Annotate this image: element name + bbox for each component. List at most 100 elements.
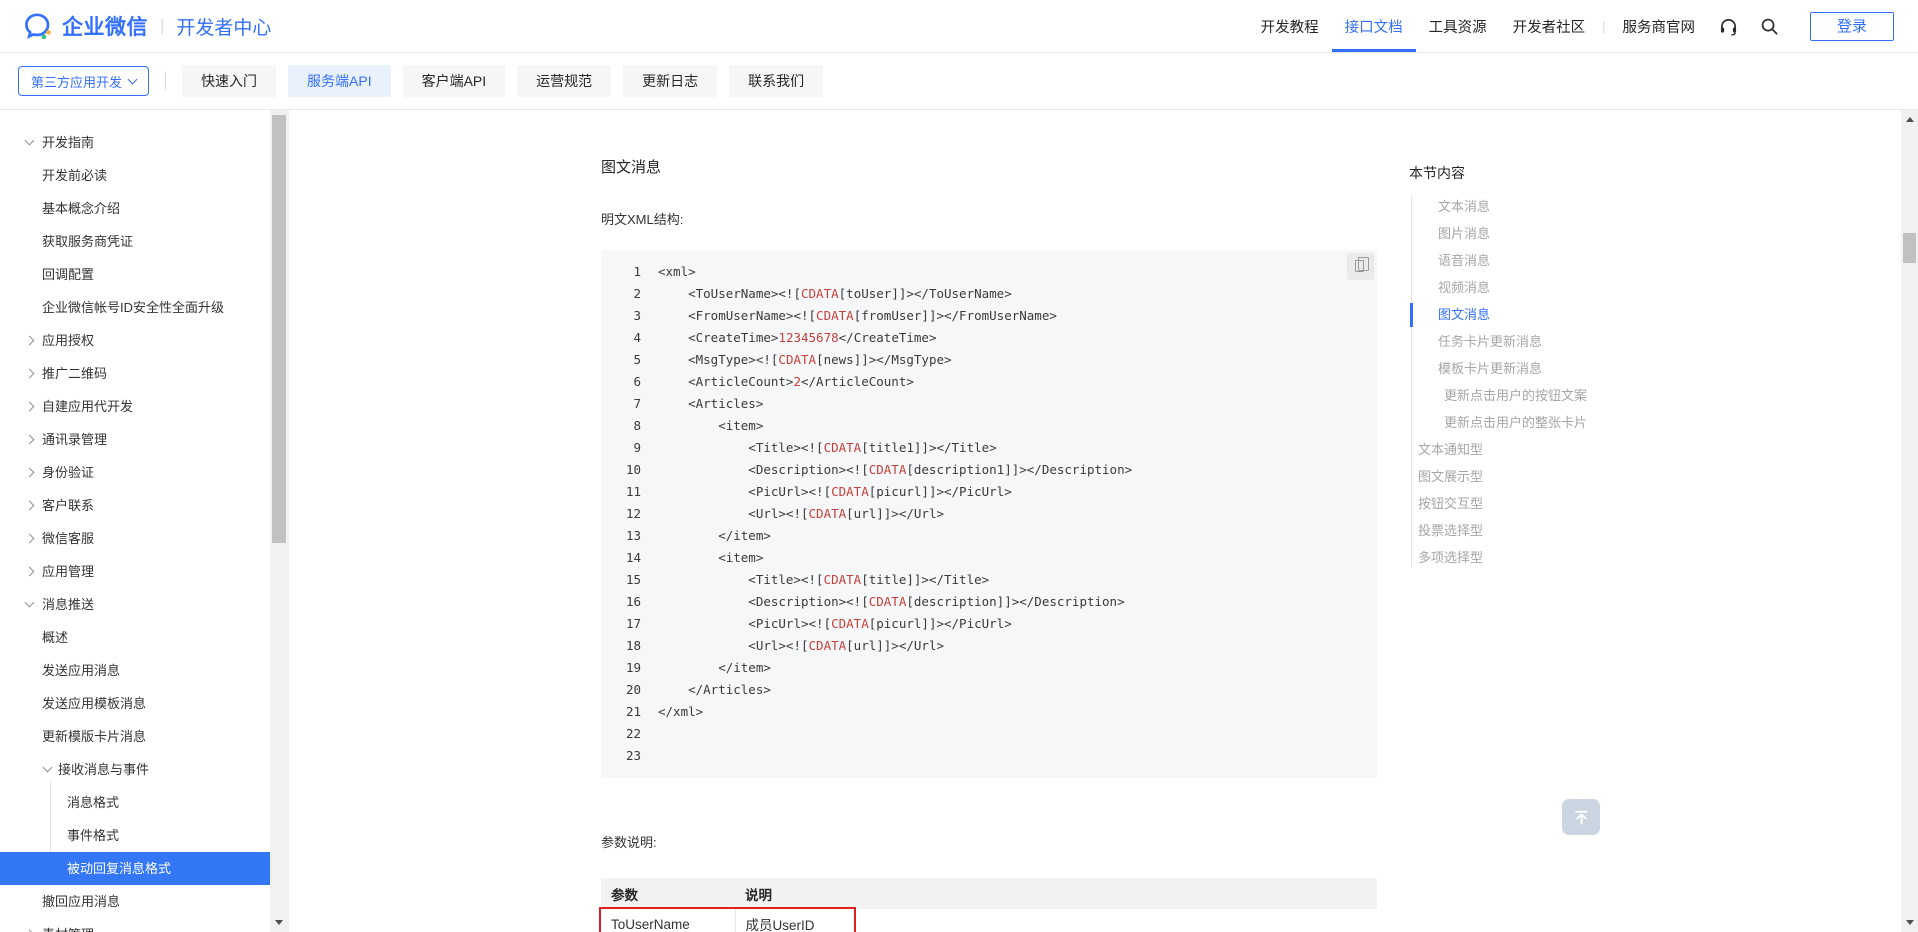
login-button[interactable]: 登录 bbox=[1810, 11, 1894, 41]
sidebar-item[interactable]: 应用管理 bbox=[0, 555, 270, 588]
toc-item[interactable]: 任务卡片更新消息 bbox=[1409, 328, 1679, 355]
header-nav-item[interactable]: 工具资源 bbox=[1416, 0, 1500, 52]
sidebar-item[interactable]: 素材管理 bbox=[0, 918, 270, 932]
code-line-number: 15 bbox=[625, 572, 641, 587]
sidebar-item[interactable]: 推广二维码 bbox=[0, 357, 270, 390]
toc-item[interactable]: 更新点击用户的整张卡片 bbox=[1409, 409, 1679, 436]
code-line: 3 <FromUserName><![CDATA[fromUser]]></Fr… bbox=[601, 305, 1377, 327]
sidebar-item-label: 消息推送 bbox=[42, 597, 95, 612]
sidebar-item[interactable]: 自建应用代开发 bbox=[0, 390, 270, 423]
sidebar-item[interactable]: 企业微信帐号ID安全性全面升级 bbox=[0, 291, 270, 324]
toc-item[interactable]: 更新点击用户的按钮文案 bbox=[1409, 382, 1679, 409]
code-line-number: 4 bbox=[633, 330, 641, 345]
code-line-text: <PicUrl><![CDATA[picurl]]></PicUrl> bbox=[641, 481, 1011, 503]
subnav-tab[interactable]: 服务端API bbox=[288, 65, 391, 97]
sidebar-item[interactable]: 身份验证 bbox=[0, 456, 270, 489]
code-line-text: </item> bbox=[641, 525, 771, 547]
sidebar-item[interactable]: 应用授权 bbox=[0, 324, 270, 357]
sidebar-item[interactable]: 事件格式 bbox=[0, 819, 270, 852]
subnav-tab[interactable]: 快速入门 bbox=[182, 65, 277, 97]
sidebar-item[interactable]: 接收消息与事件 bbox=[0, 753, 270, 786]
scroll-down-arrow-icon[interactable] bbox=[1905, 920, 1914, 925]
chevron-right-icon bbox=[24, 500, 35, 511]
logo-subtitle: 开发者中心 bbox=[176, 17, 272, 39]
code-line-text: <item> bbox=[641, 547, 763, 569]
toc-item[interactable]: 视频消息 bbox=[1409, 274, 1679, 301]
code-token: </item> bbox=[658, 528, 771, 543]
subnav-tab[interactable]: 客户端API bbox=[402, 65, 506, 97]
sidebar-item[interactable]: 更新模版卡片消息 bbox=[0, 720, 270, 753]
sidebar-item-label: 素材管理 bbox=[42, 927, 94, 932]
toc-item[interactable]: 模板卡片更新消息 bbox=[1409, 355, 1679, 382]
code-line-number: 23 bbox=[625, 748, 641, 763]
scroll-up-arrow-icon[interactable] bbox=[1905, 117, 1914, 122]
page-scrollbar-thumb[interactable] bbox=[1903, 233, 1916, 263]
code-line-text: <FromUserName><![CDATA[fromUser]]></From… bbox=[641, 305, 1057, 327]
sidebar-item[interactable]: 发送应用消息 bbox=[0, 654, 270, 687]
code-line: 13 </item> bbox=[601, 525, 1377, 547]
header-nav-item[interactable]: 开发者社区 bbox=[1500, 0, 1599, 52]
toc-item[interactable]: 图文展示型 bbox=[1409, 463, 1679, 490]
header-nav-item[interactable]: 接口文档 bbox=[1331, 0, 1416, 52]
code-line-text: <Url><![CDATA[url]]></Url> bbox=[641, 635, 944, 657]
doc-subnav: 第三方应用开发 快速入门 服务端API 客户端API 运营规范 更新日志 联系我们 bbox=[0, 53, 1918, 110]
search-icon[interactable] bbox=[1760, 17, 1779, 36]
sidebar-item[interactable]: 开发指南 bbox=[0, 126, 270, 159]
sidebar-item[interactable]: 发送应用模板消息 bbox=[0, 687, 270, 720]
sidebar-item-label: 开发指南 bbox=[42, 135, 95, 150]
sidebar-item[interactable]: 获取服务商凭证 bbox=[0, 225, 270, 258]
sidebar-item[interactable]: 消息推送 bbox=[0, 588, 270, 621]
chevron-right-icon bbox=[24, 335, 35, 346]
xml-code-block: 1 <xml> 2 <ToUserName><![CDATA[toUser]]></… bbox=[601, 250, 1377, 778]
sidebar-item[interactable]: 微信客服 bbox=[0, 522, 270, 555]
sidebar-item[interactable]: 撤回应用消息 bbox=[0, 885, 270, 918]
code-token: [title1]]></Title> bbox=[861, 440, 997, 455]
code-token: CDATA bbox=[823, 572, 862, 587]
code-token: </xml> bbox=[658, 704, 704, 719]
back-to-top-button[interactable] bbox=[1562, 799, 1600, 835]
sidebar-scrollbar-thumb[interactable] bbox=[272, 115, 286, 543]
code-line: 22 bbox=[601, 723, 1377, 745]
sidebar-item[interactable]: 客户联系 bbox=[0, 489, 270, 522]
code-line-text: </item> bbox=[641, 657, 771, 679]
toc-item[interactable]: 文本消息 bbox=[1409, 193, 1679, 220]
code-line-text: <xml> bbox=[641, 261, 696, 283]
sidebar-item[interactable]: 开发前必读 bbox=[0, 159, 270, 192]
category-dropdown[interactable]: 第三方应用开发 bbox=[18, 66, 150, 96]
header-nav-item[interactable]: 服务商官网 bbox=[1610, 0, 1709, 52]
chevron-down-icon bbox=[42, 762, 53, 773]
sidebar-item[interactable]: 基本概念介绍 bbox=[0, 192, 270, 225]
page-scrollbar[interactable] bbox=[1901, 110, 1918, 932]
section-toc: 本节内容 文本消息 图片消息 语音消息 视频消息 图文消息 任务卡片更新消息 模板卡片更新消… bbox=[1409, 163, 1679, 571]
sidebar-item[interactable]: 回调配置 bbox=[0, 258, 270, 291]
sidebar-item[interactable]: 消息格式 bbox=[0, 786, 270, 819]
subnav-tab[interactable]: 更新日志 bbox=[623, 65, 718, 97]
sidebar-item[interactable]: 通讯录管理 bbox=[0, 423, 270, 456]
support-headset-icon[interactable] bbox=[1719, 17, 1738, 36]
header-nav-item[interactable]: 开发教程 bbox=[1248, 0, 1332, 52]
sidebar-item[interactable]: 被动回复消息格式 bbox=[0, 852, 270, 885]
app-logo[interactable]: 企业微信 | 开发者中心 bbox=[24, 11, 271, 41]
toc-item[interactable]: 文本通知型 bbox=[1409, 436, 1679, 463]
toc-item[interactable]: 图片消息 bbox=[1409, 220, 1679, 247]
chevron-right-icon bbox=[24, 401, 35, 412]
sidebar-item-label: 被动回复消息格式 bbox=[67, 861, 172, 876]
subnav-tab[interactable]: 运营规范 bbox=[517, 65, 612, 97]
toc-item[interactable]: 语音消息 bbox=[1409, 247, 1679, 274]
copy-code-button[interactable] bbox=[1347, 253, 1374, 280]
code-line: 17 <PicUrl><![CDATA[picurl]]></PicUrl> bbox=[601, 613, 1377, 635]
toc-item[interactable]: 多项选择型 bbox=[1409, 544, 1679, 571]
subnav-tab[interactable]: 联系我们 bbox=[729, 65, 824, 97]
sidebar-scrollbar[interactable] bbox=[270, 110, 288, 932]
toc-item[interactable]: 按钮交互型 bbox=[1409, 490, 1679, 517]
toc-item[interactable]: 图文消息 bbox=[1409, 301, 1679, 328]
code-token: [description1]]></Description> bbox=[906, 462, 1133, 477]
header-nav-divider: | bbox=[1602, 18, 1606, 34]
sidebar-item[interactable]: 概述 bbox=[0, 621, 270, 654]
scroll-down-arrow-icon[interactable] bbox=[275, 920, 283, 925]
doc-sidebar: 开发指南开发前必读 基本概念介绍 获取服务商凭证 回调配置企业微信帐号ID安全性全面升… bbox=[0, 110, 270, 932]
sidebar-item-label: 企业微信帐号ID安全性全面升级 bbox=[42, 300, 225, 315]
toc-item[interactable]: 投票选择型 bbox=[1409, 517, 1679, 544]
code-line: 10 <Description><![CDATA[description1]]>… bbox=[601, 459, 1377, 481]
code-token: <xml> bbox=[658, 264, 696, 279]
